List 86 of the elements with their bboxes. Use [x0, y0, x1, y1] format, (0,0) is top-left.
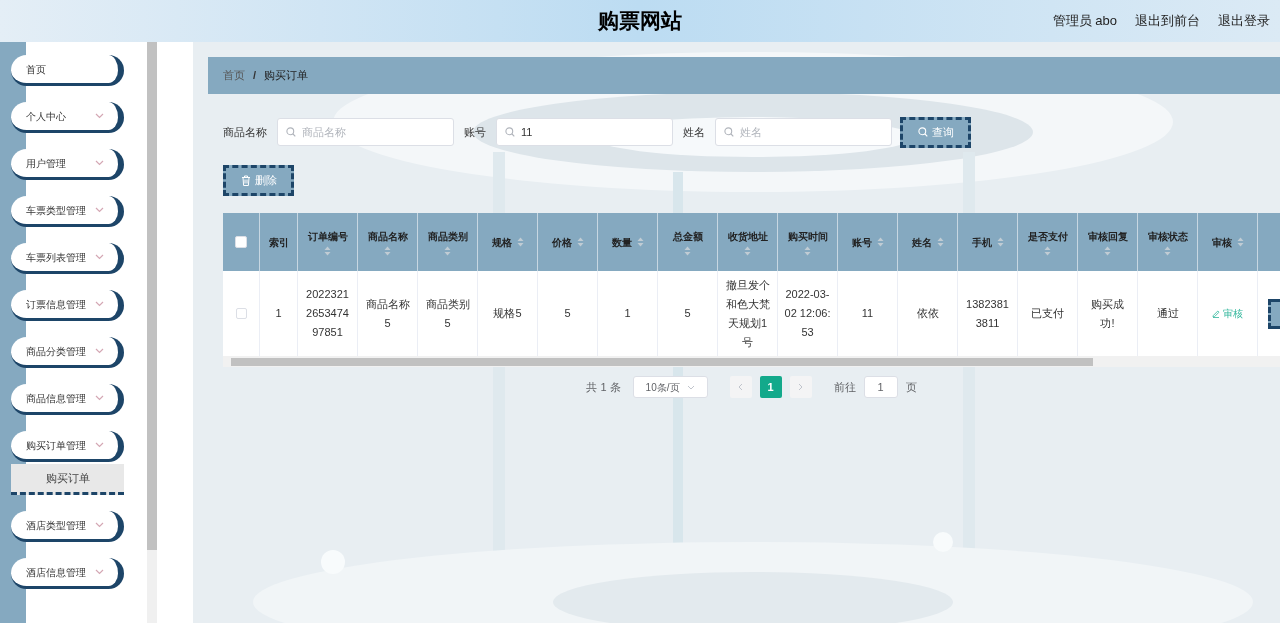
previous-page-button[interactable] — [729, 376, 752, 398]
sort-icon — [576, 237, 584, 247]
search-field[interactable]: 姓名 — [715, 118, 892, 146]
search-field[interactable]: 商品名称 — [277, 118, 454, 146]
sort-icon — [1104, 245, 1111, 256]
table-cell-text: 已支付 — [1031, 306, 1064, 321]
chevron-down-icon — [686, 384, 695, 390]
sort-icon — [384, 245, 391, 256]
scrollbar[interactable] — [147, 42, 157, 623]
menu-item[interactable]: 车票列表管理 — [11, 243, 124, 274]
table-cell-text: 5 — [684, 306, 691, 321]
search-icon — [286, 127, 296, 137]
menu-item[interactable]: 商品分类管理 — [11, 337, 124, 368]
chevron-down-icon — [95, 254, 104, 260]
action-button[interactable] — [1268, 298, 1280, 329]
field-label: 账号 — [464, 124, 486, 140]
table-cell-text: 2022321265347497851 — [305, 287, 350, 340]
table-cell-text: 13823813811 — [965, 296, 1010, 331]
menu-item[interactable]: 首页 — [11, 55, 124, 86]
menu-item[interactable]: 个人中心 — [11, 102, 124, 133]
menu-item[interactable]: 酒店类型管理 — [11, 511, 124, 542]
table-cell-text: 2022-03-02 12:06:53 — [784, 287, 831, 340]
sort-icon — [804, 245, 811, 256]
page-size-select[interactable]: 10条/页 — [632, 376, 708, 398]
table-cell-text: 撤旦发个和色大梵天规划1号 — [724, 277, 771, 350]
table-cell-text: 5 — [564, 306, 571, 321]
search-icon — [505, 127, 515, 137]
header-link[interactable]: 管理员 abo — [1052, 11, 1117, 31]
breadcrumb-link[interactable]: 购买订单 — [264, 67, 309, 84]
sort-icon — [876, 237, 884, 247]
page-suffix: 页 — [905, 379, 917, 395]
chevron-right-icon — [798, 383, 804, 391]
chevron-down-icon — [95, 569, 104, 575]
submenu-item[interactable]: 购买订单 — [11, 464, 124, 495]
trash-icon — [240, 175, 251, 186]
edit-icon — [1212, 309, 1220, 318]
table-cell-text: 依依 — [916, 306, 939, 321]
search-field[interactable]: 11 — [496, 118, 673, 146]
field-label: 姓名 — [683, 124, 705, 140]
chevron-down-icon — [95, 348, 104, 354]
sort-icon — [936, 237, 944, 247]
table-cell-text: 1 — [624, 306, 631, 321]
next-page-button[interactable] — [789, 376, 812, 398]
row-checkbox[interactable] — [235, 308, 247, 319]
chevron-down-icon — [95, 160, 104, 166]
sort-icon — [324, 245, 331, 256]
chevron-down-icon — [95, 207, 104, 213]
header-link[interactable]: 退出到前台 — [1135, 11, 1200, 31]
chevron-down-icon — [95, 113, 104, 119]
menu-item[interactable]: 用户管理 — [11, 149, 124, 180]
total-count: 共 1 条 — [586, 379, 621, 395]
table-cell-text: 商品名称5 — [364, 296, 411, 331]
menu-item[interactable]: 订票信息管理 — [11, 290, 124, 321]
chevron-down-icon — [95, 395, 104, 401]
sort-icon — [1236, 237, 1244, 247]
chevron-down-icon — [95, 442, 104, 448]
menu-item[interactable]: 购买订单管理 — [11, 431, 124, 462]
menu-item[interactable]: 酒店信息管理 — [11, 558, 124, 589]
sort-icon — [996, 237, 1004, 247]
sort-icon — [516, 237, 524, 247]
header-link[interactable]: 退出登录 — [1218, 11, 1270, 31]
select-all-checkbox[interactable] — [235, 236, 247, 248]
sort-icon — [444, 245, 451, 256]
sort-icon — [1164, 245, 1171, 256]
chevron-down-icon — [95, 522, 104, 528]
chevron-down-icon — [95, 301, 104, 307]
menu-item[interactable]: 车票类型管理 — [11, 196, 124, 227]
sort-icon — [744, 245, 751, 256]
page-number-field[interactable]: 1 — [863, 376, 898, 398]
search-icon — [917, 127, 928, 137]
table-cell-text: 规格5 — [493, 306, 522, 321]
chevron-left-icon — [738, 383, 744, 391]
field-label: 商品名称 — [223, 124, 267, 140]
table-cell-text: 购买成功! — [1090, 296, 1125, 331]
horizontal-scrollbar[interactable] — [223, 356, 1280, 367]
breadcrumb-separator: / — [253, 68, 257, 84]
table-cell-text: 通过 — [1156, 306, 1179, 321]
table-cell-text: 商品类别5 — [424, 296, 471, 331]
search-icon — [724, 127, 734, 137]
sort-icon — [1044, 245, 1051, 256]
site-title: 购票网站 — [598, 8, 682, 35]
menu-item[interactable]: 商品信息管理 — [11, 384, 124, 415]
goto-label: 前往 — [833, 379, 856, 395]
table-cell-text: 11 — [861, 306, 874, 321]
table-cell-text: 1 — [275, 306, 282, 321]
sort-icon — [636, 237, 644, 247]
